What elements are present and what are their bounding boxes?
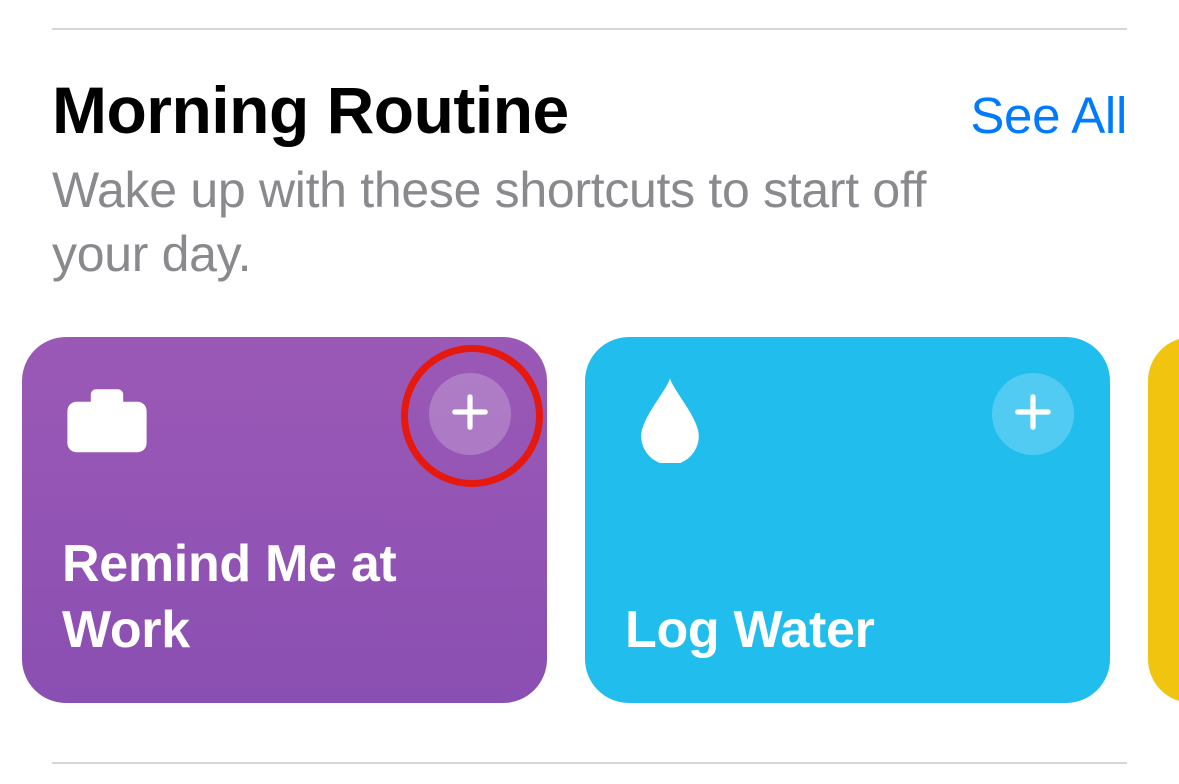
briefcase-icon	[62, 373, 152, 463]
divider	[52, 28, 1127, 30]
plus-icon	[451, 393, 489, 436]
add-shortcut-button[interactable]	[429, 373, 511, 455]
shortcut-card-partial[interactable]	[1148, 337, 1179, 703]
cards-row: Remind Me at Work Log Water	[22, 337, 1179, 703]
section-header: Morning Routine See All	[52, 74, 1127, 155]
see-all-link[interactable]: See All	[970, 78, 1127, 155]
card-title: Remind Me at Work	[62, 531, 507, 667]
add-shortcut-button[interactable]	[992, 373, 1074, 455]
plus-icon	[1014, 393, 1052, 436]
section-subtitle: Wake up with these shortcuts to start of…	[52, 158, 1032, 286]
card-title: Log Water	[625, 597, 1070, 667]
divider	[52, 762, 1127, 764]
section-title: Morning Routine	[52, 74, 569, 147]
shortcut-card-log-water[interactable]: Log Water	[585, 337, 1110, 703]
shortcut-card-remind-me-at-work[interactable]: Remind Me at Work	[22, 337, 547, 703]
water-drop-icon	[625, 373, 715, 463]
